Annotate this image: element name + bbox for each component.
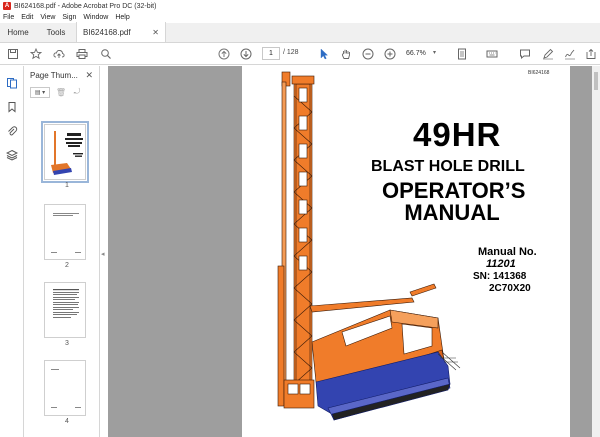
manual-number: 11201 xyxy=(486,258,516,270)
acrobat-icon: A xyxy=(3,2,11,10)
keyboard-icon[interactable] xyxy=(485,47,499,61)
thumbnail-4-preview xyxy=(51,369,81,408)
manual-title-line-1: OPERATOR’S xyxy=(382,178,526,203)
window-title: BI624168.pdf - Adobe Acrobat Pro DC (32-… xyxy=(14,2,157,10)
document-scrollbar-knob[interactable] xyxy=(594,72,598,90)
thumbnail-page-1[interactable] xyxy=(41,121,89,183)
layers-icon[interactable] xyxy=(5,148,19,162)
document-viewer[interactable]: BI624168 49HR BLAST HOLE DRILL OPERATOR’… xyxy=(108,66,600,437)
search-icon[interactable] xyxy=(99,47,113,61)
thumbnail-options-button[interactable]: ▤ ▾ xyxy=(30,86,50,98)
toolbar: 1 / 128 66.7% ▾ xyxy=(0,43,600,65)
zoom-level-select[interactable]: 66.7% ▾ xyxy=(403,47,439,60)
panel-header: Page Thum... ✕ xyxy=(24,66,99,84)
page-number-input[interactable]: 1 xyxy=(262,47,280,60)
serial-number: SN: 141368 xyxy=(473,271,527,282)
tab-document[interactable]: BI624168.pdf ✕ xyxy=(76,22,166,42)
tab-document-label: BI624168.pdf xyxy=(83,27,131,37)
thumbnail-label-4: 4 xyxy=(65,418,69,425)
zoom-out-icon[interactable] xyxy=(361,47,375,61)
save-icon[interactable] xyxy=(6,47,20,61)
menu-edit[interactable]: Edit xyxy=(21,14,33,21)
page-thumbnails-panel: Page Thum... ✕ ▤ ▾ 🗑 ⤾ 1 2 3 4 xyxy=(24,66,120,437)
bookmark-star-icon[interactable] xyxy=(29,47,43,61)
cloud-upload-icon[interactable] xyxy=(52,47,66,61)
sign-icon[interactable] xyxy=(563,47,577,61)
share-icon[interactable] xyxy=(584,47,598,61)
attachments-icon[interactable] xyxy=(5,124,19,138)
menu-sign[interactable]: Sign xyxy=(62,14,76,21)
panel-title: Page Thum... xyxy=(30,70,78,80)
manual-number-label: Manual No. xyxy=(478,246,537,258)
print-icon[interactable] xyxy=(75,47,89,61)
rotate-icon[interactable]: ⤾ xyxy=(72,87,82,97)
select-cursor-icon[interactable] xyxy=(317,47,331,61)
close-icon[interactable]: ✕ xyxy=(152,28,159,37)
page-fit-icon[interactable] xyxy=(455,47,469,61)
zoom-level-value: 66.7% xyxy=(406,50,426,57)
panel-tools: ▤ ▾ 🗑 ⤾ xyxy=(24,84,99,100)
document-scrollbar[interactable] xyxy=(592,66,600,437)
thumbnail-page-4[interactable] xyxy=(44,360,86,416)
left-navigation-rail xyxy=(0,66,24,437)
thumbnail-label-3: 3 xyxy=(65,340,69,347)
zoom-in-icon[interactable] xyxy=(383,47,397,61)
manual-title-line-2: MANUAL xyxy=(404,200,500,225)
menu-file[interactable]: File xyxy=(3,14,14,21)
menu-help[interactable]: Help xyxy=(115,14,129,21)
menu-window[interactable]: Window xyxy=(83,14,108,21)
thumbnail-label-2: 2 xyxy=(65,262,69,269)
highlight-pen-icon[interactable] xyxy=(541,47,555,61)
tab-home[interactable]: Home xyxy=(0,22,36,42)
delete-icon[interactable]: 🗑 xyxy=(56,87,66,97)
thumbnail-page-2[interactable] xyxy=(44,204,86,260)
thumbnail-2-preview xyxy=(51,213,81,253)
model-heading: 49HR xyxy=(413,116,502,153)
page-up-icon[interactable] xyxy=(217,47,231,61)
title-bar: A BI624168.pdf - Adobe Acrobat Pro DC (3… xyxy=(0,0,600,12)
thumbnail-page-3[interactable] xyxy=(44,282,86,338)
tab-tools[interactable]: Tools xyxy=(36,22,76,42)
bookmarks-icon[interactable] xyxy=(5,100,19,114)
menu-view[interactable]: View xyxy=(40,14,55,21)
page-total: / 128 xyxy=(283,49,299,56)
page-down-icon[interactable] xyxy=(239,47,253,61)
comment-icon[interactable] xyxy=(518,47,532,61)
hand-tool-icon[interactable] xyxy=(339,47,353,61)
manual-title: OPERATOR’S MANUAL xyxy=(382,178,526,225)
thumbnail-label-1: 1 xyxy=(65,182,69,189)
subtitle-heading: BLAST HOLE DRILL xyxy=(371,158,525,175)
close-panel-icon[interactable]: ✕ xyxy=(85,70,93,81)
page-thumbnails-icon[interactable] xyxy=(5,76,19,90)
pdf-page: BI624168 49HR BLAST HOLE DRILL OPERATOR’… xyxy=(242,66,570,437)
tab-bar: Home Tools BI624168.pdf ✕ xyxy=(0,22,600,43)
thumbnail-3-preview xyxy=(53,289,79,318)
thumbnail-1-preview xyxy=(51,131,83,175)
document-id: BI624168 xyxy=(528,70,550,76)
chevron-down-icon: ▾ xyxy=(432,50,436,56)
model-code: 2C70X20 xyxy=(489,283,531,294)
